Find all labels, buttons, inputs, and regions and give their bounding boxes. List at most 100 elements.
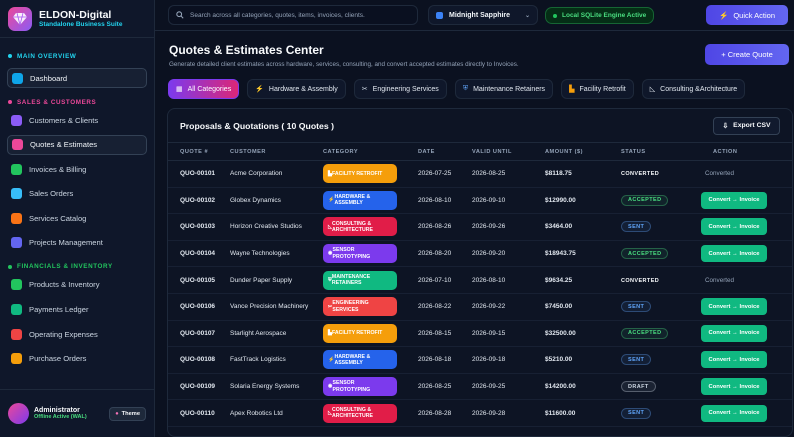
shield-icon: ⛨ <box>462 85 469 92</box>
tab-all-categories[interactable]: ▦ All Categories <box>168 79 240 99</box>
quote-id: QUO-00110 <box>180 409 215 417</box>
amount: $5210.00 <box>545 356 573 364</box>
chevron-down-icon: ⌄ <box>524 12 530 19</box>
table-row[interactable]: QUO-00110 Apex Robotics Ltd ◺ CONSULTING &… <box>168 400 792 427</box>
quote-date: 2026-07-25 <box>418 170 452 178</box>
sidebar-item-label: Services Catalog <box>29 213 87 223</box>
dashboard-icon <box>12 72 23 84</box>
quote-date: 2026-07-10 <box>418 276 452 284</box>
valid-until: 2026-09-22 <box>472 303 506 311</box>
brand-title: ELDON-Digital <box>39 9 112 21</box>
quick-action-button[interactable]: ⚡ Quick Action <box>706 5 788 25</box>
customer-name: FastTrack Logistics <box>230 356 286 364</box>
action-cell: Convert → Invoice <box>699 191 792 209</box>
status-badge: SENT <box>621 407 652 419</box>
column-header[interactable]: VALID UNTIL <box>472 149 545 155</box>
search-placeholder: Search across all categories, quotes, it… <box>190 11 365 19</box>
convert-to-invoice-button[interactable]: Convert → Invoice <box>701 378 767 396</box>
sidebar-item-payments[interactable]: Payments Ledger <box>7 300 147 320</box>
user-profile: Administrator Offline Active (WAL) ● Them… <box>0 389 154 437</box>
engine-status-badge: Local SQLite Engine Active <box>545 7 655 24</box>
table-row[interactable]: QUO-00109 Solaria Energy Systems ◉ SENSOR … <box>168 374 792 401</box>
action-cell: Convert → Invoice <box>699 404 792 422</box>
valid-until: 2026-08-25 <box>472 170 506 178</box>
avatar[interactable] <box>8 403 29 424</box>
column-header[interactable]: CUSTOMER <box>230 149 323 155</box>
create-quote-button[interactable]: + Create Quote <box>705 44 789 65</box>
section-financials-inventory: FINANCIALS & INVENTORY <box>0 262 154 272</box>
lightning-icon: ⚡ <box>718 10 729 20</box>
sidebar-item-expenses[interactable]: Operating Expenses <box>7 324 147 344</box>
amount: $3464.00 <box>545 223 573 231</box>
column-header[interactable]: DATE <box>418 149 472 155</box>
sidebar-item-projects[interactable]: Projects Management <box>7 233 147 253</box>
column-header[interactable]: ACTION <box>699 149 792 155</box>
theme-select[interactable]: Midnight Sapphire ⌄ <box>428 5 538 25</box>
section-dot-icon <box>8 54 12 58</box>
tab-facility-retrofit[interactable]: ▙ Facility Retrofit <box>561 79 634 99</box>
column-header[interactable]: QUOTE # <box>168 149 230 155</box>
quote-id: QUO-00101 <box>180 170 216 178</box>
sidebar-item-quotes[interactable]: Quotes & Estimates <box>7 134 147 155</box>
sidebar-item-purchase-orders[interactable]: Purchase Orders <box>7 349 147 369</box>
section-main-overview: MAIN OVERVIEW <box>0 51 154 61</box>
sidebar-item-customers[interactable]: Customers & Clients <box>7 110 147 130</box>
theme-button[interactable]: ● Theme <box>109 406 146 421</box>
sidebar-item-services[interactable]: Services Catalog <box>7 208 147 228</box>
quote-date: 2026-08-10 <box>418 196 452 204</box>
payments-icon <box>11 304 22 316</box>
category-label: ENGINEERING SERVICES <box>332 300 369 313</box>
column-header[interactable]: STATUS <box>621 149 699 155</box>
tab-label: Engineering Services <box>372 85 439 93</box>
export-label: Export CSV <box>733 122 771 129</box>
valid-until: 2026-09-20 <box>472 250 506 258</box>
table-row[interactable]: QUO-00103 Horizon Creative Studios ◺ CONSU… <box>168 214 792 241</box>
section-label: SALES & CUSTOMERS <box>17 98 97 106</box>
category-label: HARDWARE & ASSEMBLY <box>334 194 371 207</box>
table-row[interactable]: QUO-00108 FastTrack Logistics ⚡ HARDWARE &… <box>168 347 792 374</box>
tab-consulting-architecture[interactable]: ◺ Consulting &Architecture <box>641 79 746 99</box>
section-sales-customers: SALES & CUSTOMERS <box>0 97 154 107</box>
topbar: Search across all categories, quotes, it… <box>155 0 794 31</box>
table-row[interactable]: QUO-00102 Globex Dynamics ⚡ HARDWARE & ASS… <box>168 188 792 215</box>
valid-until: 2026-09-15 <box>472 329 506 337</box>
status-cell: CONVERTED <box>621 277 699 284</box>
convert-to-invoice-button[interactable]: Convert → Invoice <box>701 191 767 209</box>
table-row[interactable]: QUO-00106 Vance Precision Machinery ✂ ENGI… <box>168 294 792 321</box>
convert-to-invoice-button[interactable]: Convert → Invoice <box>701 324 767 342</box>
convert-to-invoice-button[interactable]: Convert → Invoice <box>701 298 767 316</box>
quote-date: 2026-08-25 <box>418 383 452 391</box>
sidebar-item-sales-orders[interactable]: Sales Orders <box>7 184 147 204</box>
search-input[interactable]: Search across all categories, quotes, it… <box>168 5 418 25</box>
column-header[interactable]: CATEGORY <box>323 149 418 155</box>
sidebar-item-invoices[interactable]: Invoices & Billing <box>7 159 147 179</box>
main-content: Search across all categories, quotes, it… <box>155 0 794 437</box>
column-header[interactable]: AMOUNT ($) <box>545 149 621 155</box>
status-badge: CONVERTED <box>621 277 660 284</box>
tab-engineering-services[interactable]: ✂ Engineering Services <box>353 79 447 99</box>
action-cell: Convert → Invoice <box>699 298 792 316</box>
convert-to-invoice-button[interactable]: Convert → Invoice <box>701 351 767 369</box>
table-row[interactable]: QUO-00101 Acme Corporation ▙ FACILITY RETR… <box>168 161 792 188</box>
export-csv-button[interactable]: ⇩ Export CSV <box>713 116 780 135</box>
convert-to-invoice-button[interactable]: Convert → Invoice <box>701 218 767 236</box>
sidebar-item-dashboard[interactable]: Dashboard <box>7 68 147 88</box>
theme-select-value: Midnight Sapphire <box>449 11 511 19</box>
valid-until: 2026-09-25 <box>472 383 506 391</box>
convert-to-invoice-button[interactable]: Convert → Invoice <box>701 404 767 422</box>
table-row[interactable]: QUO-00104 Wayne Technologies ◉ SENSOR PROT… <box>168 241 792 268</box>
customer-name: Solaria Energy Systems <box>230 383 300 391</box>
convert-to-invoice-button[interactable]: Convert → Invoice <box>701 245 767 263</box>
action-cell: Converted <box>699 277 792 284</box>
customer-name: Starlight Aerospace <box>230 329 287 337</box>
tab-hardware-assembly[interactable]: ⚡ Hardware & Assembly <box>247 79 346 99</box>
quick-action-label: Quick Action <box>733 10 776 20</box>
tab-maintenance-retainers[interactable]: ⛨ Maintenance Retainers <box>454 79 554 99</box>
sidebar-item-label: Invoices & Billing <box>29 164 87 174</box>
amount: $32500.00 <box>545 329 576 337</box>
quotes-icon <box>12 139 23 151</box>
table-row[interactable]: QUO-00105 Dunder Paper Supply ⛨ MAINTENANC… <box>168 267 792 294</box>
services-icon <box>11 212 22 224</box>
table-row[interactable]: QUO-00107 Starlight Aerospace ▙ FACILITY R… <box>168 321 792 348</box>
sidebar-item-products[interactable]: Products & Inventory <box>7 275 147 295</box>
